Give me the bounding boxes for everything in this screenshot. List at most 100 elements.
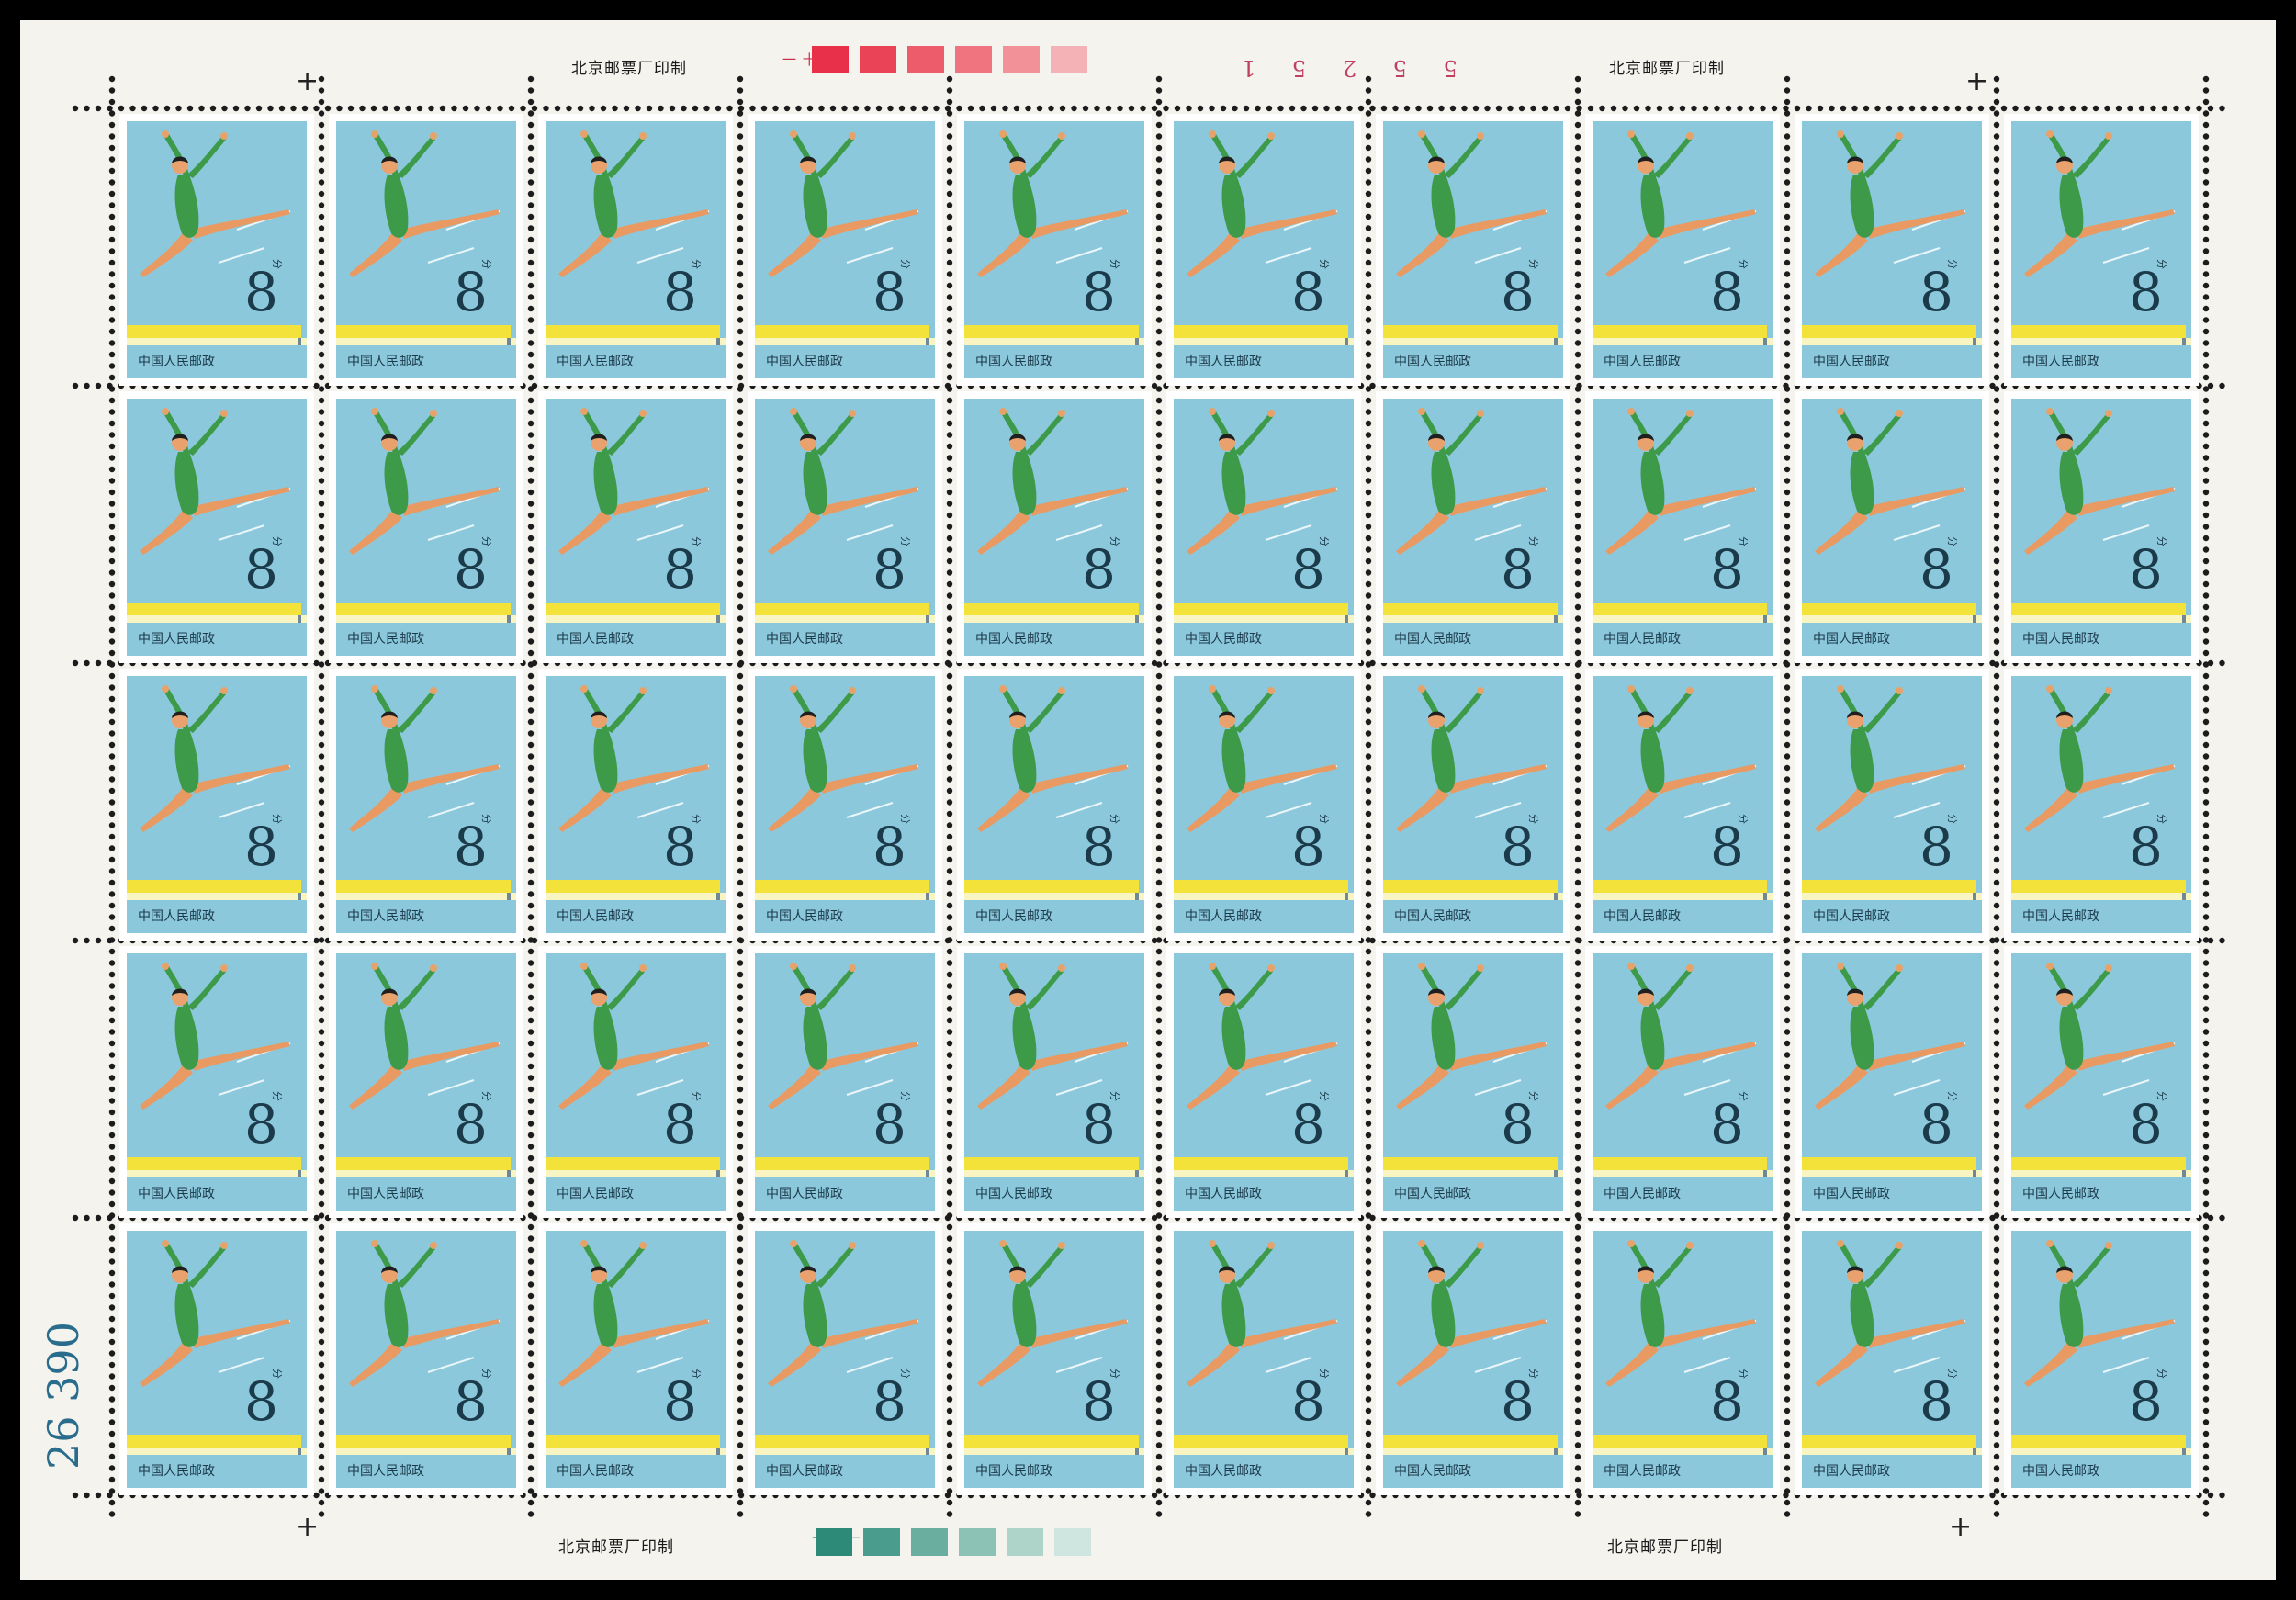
stamp-r2-c6: [1166, 391, 1361, 663]
stamp-r3-c6: [1166, 669, 1361, 941]
stamp-r5-c8: [1585, 1223, 1780, 1495]
gymnast-stamp-art: [1802, 399, 1982, 656]
stamp-r3-c8: [1585, 669, 1780, 941]
gymnast-stamp-art: [1593, 1231, 1773, 1488]
stamp-r4-c9: [1795, 946, 1989, 1218]
stamp-r2-c4: [748, 391, 942, 663]
gymnast-stamp-art: [1383, 1231, 1563, 1488]
gymnast-stamp-art: [1802, 953, 1982, 1211]
stamp-r5-c1: [119, 1223, 314, 1495]
gymnast-stamp-art: [1174, 953, 1354, 1211]
gymnast-stamp-art: [964, 1231, 1144, 1488]
stamp-r5-c5: [957, 1223, 1152, 1495]
gymnast-stamp-art: [127, 676, 307, 933]
gymnast-stamp-art: [1802, 1231, 1982, 1488]
stamp-r1-c7: [1376, 114, 1570, 386]
stamp-r5-c4: [748, 1223, 942, 1495]
gymnast-stamp-art: [336, 121, 516, 378]
gymnast-stamp-art: [964, 121, 1144, 378]
stamp-r2-c8: [1585, 391, 1780, 663]
gymnast-stamp-art: [127, 399, 307, 656]
stamp-r5-c2: [329, 1223, 523, 1495]
stamp-r4-c4: [748, 946, 942, 1218]
gymnast-stamp-art: [1593, 953, 1773, 1211]
gymnast-stamp-art: [1174, 399, 1354, 656]
gymnast-stamp-art: [1593, 676, 1773, 933]
stamp-r4-c2: [329, 946, 523, 1218]
gymnast-stamp-art: [546, 399, 726, 656]
gymnast-stamp-art: [546, 953, 726, 1211]
gymnast-stamp-art: [1383, 399, 1563, 656]
gymnast-stamp-art: [336, 676, 516, 933]
stamp-r3-c10: [2004, 669, 2199, 941]
gymnast-stamp-art: [964, 399, 1144, 656]
stamp-r3-c3: [538, 669, 733, 941]
stamp-r4-c8: [1585, 946, 1780, 1218]
stamp-r4-c1: [119, 946, 314, 1218]
stamp-r3-c1: [119, 669, 314, 941]
stamp-r4-c7: [1376, 946, 1570, 1218]
stamp-r1-c6: [1166, 114, 1361, 386]
gymnast-stamp-art: [2011, 676, 2191, 933]
gymnast-stamp-art: [2011, 121, 2191, 378]
stamp-r4-c10: [2004, 946, 2199, 1218]
stamp-r5-c9: [1795, 1223, 1989, 1495]
gymnast-stamp-art: [546, 1231, 726, 1488]
gymnast-stamp-art: [336, 1231, 516, 1488]
gymnast-stamp-art: [127, 953, 307, 1211]
stamp-r1-c10: [2004, 114, 2199, 386]
stamp-r1-c5: [957, 114, 1152, 386]
stamp-r4-c3: [538, 946, 733, 1218]
gymnast-stamp-art: [755, 953, 935, 1211]
gymnast-stamp-art: [1383, 676, 1563, 933]
stamp-sheet: 北京邮票厂印制 北京邮票厂印制 北京邮票厂印制 北京邮票厂印制 5 5 2 5 …: [20, 20, 2276, 1580]
gymnast-stamp-art: [1383, 121, 1563, 378]
stamp-r1-c4: [748, 114, 942, 386]
stamp-r5-c3: [538, 1223, 733, 1495]
stamp-r3-c9: [1795, 669, 1989, 941]
stamp-r5-c6: [1166, 1223, 1361, 1495]
stamp-r2-c7: [1376, 391, 1570, 663]
stamp-r5-c7: [1376, 1223, 1570, 1495]
stamp-r1-c3: [538, 114, 733, 386]
stamp-r2-c9: [1795, 391, 1989, 663]
stamp-r3-c2: [329, 669, 523, 941]
gymnast-stamp-art: [2011, 399, 2191, 656]
gymnast-stamp-art: [336, 399, 516, 656]
gymnast-stamp-art: [1174, 1231, 1354, 1488]
gymnast-stamp-art: [1802, 121, 1982, 378]
gymnast-stamp-art: [1593, 399, 1773, 656]
gymnast-stamp-art: [964, 676, 1144, 933]
stamp-r2-c3: [538, 391, 733, 663]
gymnast-stamp-art: [2011, 953, 2191, 1211]
gymnast-stamp-art: [755, 1231, 935, 1488]
stamp-r2-c1: [119, 391, 314, 663]
gymnast-stamp-art: [1383, 953, 1563, 1211]
stamp-r4-c5: [957, 946, 1152, 1218]
stamp-r3-c5: [957, 669, 1152, 941]
gymnast-stamp-art: [755, 399, 935, 656]
stamp-r5-c10: [2004, 1223, 2199, 1495]
stamp-r3-c7: [1376, 669, 1570, 941]
gymnast-stamp-art: [1174, 676, 1354, 933]
stamp-r1-c1: [119, 114, 314, 386]
gymnast-stamp-art: [964, 953, 1144, 1211]
gymnast-stamp-art: [1593, 121, 1773, 378]
gymnast-stamp-art: [546, 676, 726, 933]
gymnast-stamp-art: [755, 676, 935, 933]
stamp-r1-c9: [1795, 114, 1989, 386]
gymnast-stamp-art: [755, 121, 935, 378]
gymnast-stamp-art: [1174, 121, 1354, 378]
stamp-r4-c6: [1166, 946, 1361, 1218]
gymnast-stamp-art: [1802, 676, 1982, 933]
stamp-r2-c5: [957, 391, 1152, 663]
stamp-r2-c2: [329, 391, 523, 663]
gymnast-stamp-art: [546, 121, 726, 378]
stamp-r1-c2: [329, 114, 523, 386]
gymnast-stamp-art: [127, 1231, 307, 1488]
gymnast-stamp-art: [336, 953, 516, 1211]
stamp-r1-c8: [1585, 114, 1780, 386]
stamp-r2-c10: [2004, 391, 2199, 663]
gymnast-stamp-art: [127, 121, 307, 378]
gymnast-stamp-art: [2011, 1231, 2191, 1488]
